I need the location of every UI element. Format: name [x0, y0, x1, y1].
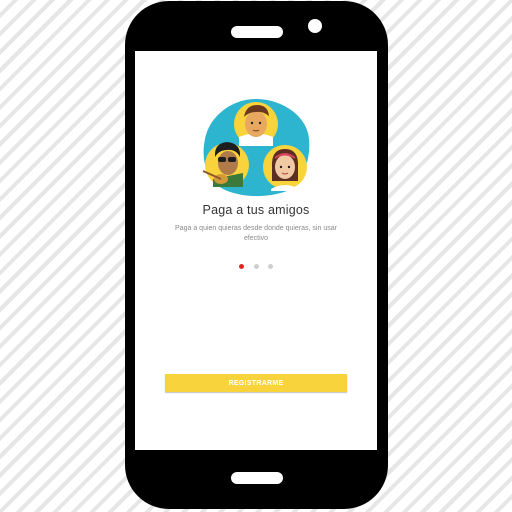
phone-camera [308, 19, 322, 33]
onboarding-subtitle: Paga a quien quieras desde donde quieras… [175, 225, 337, 242]
onboarding-title: Paga a tus amigos [202, 203, 310, 217]
register-button[interactable]: REGISTRARME [165, 374, 347, 392]
app-screen: Paga a tus amigos Paga a quien quieras d… [135, 51, 377, 450]
phone-home-button [231, 472, 283, 484]
friends-group-icon [199, 97, 313, 197]
page-indicator-dot[interactable] [253, 263, 259, 269]
phone-speaker [231, 26, 283, 38]
page-indicator [239, 263, 273, 269]
page-indicator-dot[interactable] [239, 263, 244, 269]
page-indicator-dot[interactable] [268, 263, 273, 269]
